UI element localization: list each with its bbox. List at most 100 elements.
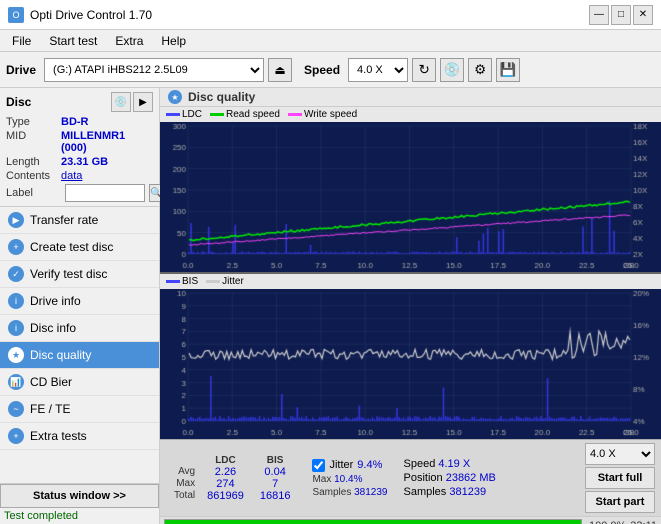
nav-extra-tests[interactable]: + Extra tests xyxy=(0,423,159,450)
start-full-button[interactable]: Start full xyxy=(585,467,655,489)
app-title: Opti Drive Control 1.70 xyxy=(30,8,152,22)
jitter-samples-val: 381239 xyxy=(354,487,387,498)
position-val: 23862 MB xyxy=(446,472,496,484)
write-speed-legend-color xyxy=(288,113,302,116)
ldc-legend-label: LDC xyxy=(182,109,202,120)
stats-table: LDC BIS Avg 2.26 0.04 Max 274 7 xyxy=(166,455,298,502)
minimize-button[interactable]: — xyxy=(589,5,609,25)
jitter-checkbox[interactable] xyxy=(312,459,325,472)
jitter-max-val: 10.4% xyxy=(334,474,362,485)
disc-icon-btn[interactable]: 💿 xyxy=(440,58,464,82)
save-button[interactable]: 💾 xyxy=(496,58,520,82)
read-speed-legend-label: Read speed xyxy=(226,109,280,120)
max-ldc: 274 xyxy=(199,478,252,490)
verify-test-disc-icon: ✓ xyxy=(8,266,24,282)
test-speed-select[interactable]: 4.0 X xyxy=(585,443,655,465)
status-window-button[interactable]: Status window >> xyxy=(0,484,159,508)
progress-bar-row: 100.0% 33:11 xyxy=(160,516,661,524)
mid-value: MILLENMR1 (000) xyxy=(61,130,153,154)
maximize-button[interactable]: □ xyxy=(611,5,631,25)
drive-select[interactable]: (G:) ATAPI iHBS212 2.5L09 xyxy=(44,58,264,82)
type-label: Type xyxy=(6,116,61,128)
app-icon: O xyxy=(8,7,24,23)
start-part-button[interactable]: Start part xyxy=(585,491,655,513)
nav-create-test-disc[interactable]: + Create test disc xyxy=(0,234,159,261)
menu-help[interactable]: Help xyxy=(153,32,194,50)
eject-button[interactable]: ⏏ xyxy=(268,58,292,82)
nav-fe-te[interactable]: ~ FE / TE xyxy=(0,396,159,423)
nav-label-fe-te: FE / TE xyxy=(30,402,70,416)
title-bar-left: O Opti Drive Control 1.70 xyxy=(8,7,152,23)
max-label: Max xyxy=(166,478,199,490)
speed-select-row: 4.0 X xyxy=(585,443,655,465)
status-text: Test completed xyxy=(0,508,159,524)
disc-icon-btn[interactable]: 💿 xyxy=(111,92,131,112)
bottom-stats-bar: LDC BIS Avg 2.26 0.04 Max 274 7 xyxy=(160,439,661,516)
speed-select[interactable]: 4.0 X xyxy=(348,58,408,82)
disc-quality-icon: ★ xyxy=(8,347,24,363)
total-ldc: 861969 xyxy=(199,490,252,502)
samples-key: Samples xyxy=(404,486,450,498)
disc-panel: Disc 💿 ▶ Type BD-R MID MILLENMR1 (000) L… xyxy=(0,88,159,207)
menu-file[interactable]: File xyxy=(4,32,39,50)
nav-label-cd-bier: CD Bier xyxy=(30,375,72,389)
contents-label: Contents xyxy=(6,170,61,182)
toolbar: Drive (G:) ATAPI iHBS212 2.5L09 ⏏ Speed … xyxy=(0,52,661,88)
action-buttons: 4.0 X Start full Start part xyxy=(504,443,655,513)
nav-label-disc-info: Disc info xyxy=(30,321,76,335)
nav-label-drive-info: Drive info xyxy=(30,294,81,308)
nav-label-create-test: Create test disc xyxy=(30,240,113,254)
refresh-button[interactable]: ↻ xyxy=(412,58,436,82)
menu-start-test[interactable]: Start test xyxy=(41,32,105,50)
sidebar: Disc 💿 ▶ Type BD-R MID MILLENMR1 (000) L… xyxy=(0,88,160,524)
nav-transfer-rate[interactable]: ▶ Transfer rate xyxy=(0,207,159,234)
nav-disc-quality[interactable]: ★ Disc quality xyxy=(0,342,159,369)
jitter-stats: Jitter 9.4% Max 10.4% Samples 381239 xyxy=(306,459,387,498)
speed-key: Speed xyxy=(404,458,439,470)
nav-disc-info[interactable]: i Disc info xyxy=(0,315,159,342)
stats-avg-row: Avg 2.26 0.04 xyxy=(166,466,298,478)
samples-val: 381239 xyxy=(449,486,486,498)
label-row: Label 🔍 xyxy=(6,184,153,202)
avg-ldc: 2.26 xyxy=(199,466,252,478)
menu-extra[interactable]: Extra xyxy=(107,32,151,50)
speed-position-stats: Speed 4.19 X Position 23862 MB Samples 3… xyxy=(396,458,496,498)
bis-legend-label: BIS xyxy=(182,276,198,287)
jitter-label: Jitter xyxy=(329,459,353,471)
ldc-legend-color xyxy=(166,113,180,116)
total-label: Total xyxy=(166,490,199,502)
disc-title: Disc xyxy=(6,95,31,109)
nav-drive-info[interactable]: i Drive info xyxy=(0,288,159,315)
stats-total-row: Total 861969 16816 xyxy=(166,490,298,502)
bottom-chart-panel: BIS Jitter xyxy=(160,272,661,439)
disc-arrow-btn[interactable]: ▶ xyxy=(133,92,153,112)
type-value: BD-R xyxy=(61,116,89,128)
drive-info-icon: i xyxy=(8,293,24,309)
label-input[interactable] xyxy=(65,184,145,202)
close-button[interactable]: ✕ xyxy=(633,5,653,25)
bottom-chart-canvas xyxy=(160,289,661,439)
contents-value[interactable]: data xyxy=(61,170,82,182)
settings-button[interactable]: ⚙ xyxy=(468,58,492,82)
nav-label-extra-tests: Extra tests xyxy=(30,429,87,443)
jitter-legend-color xyxy=(206,280,220,283)
menu-bar: File Start test Extra Help xyxy=(0,30,661,52)
charts-wrapper: LDC Read speed Write speed xyxy=(160,107,661,439)
top-chart-legend: LDC Read speed Write speed xyxy=(160,107,661,122)
disc-type-row: Type BD-R xyxy=(6,116,153,128)
mid-label: MID xyxy=(6,130,61,154)
stats-empty-header xyxy=(166,455,199,466)
speed-row: Speed 4.19 X xyxy=(404,458,496,470)
title-bar: O Opti Drive Control 1.70 — □ ✕ xyxy=(0,0,661,30)
bottom-chart-area xyxy=(160,289,661,439)
top-chart-area xyxy=(160,122,661,272)
disc-quality-title-text: Disc quality xyxy=(188,90,255,104)
extra-tests-icon: + xyxy=(8,428,24,444)
progress-track xyxy=(164,519,582,524)
nav-verify-test-disc[interactable]: ✓ Verify test disc xyxy=(0,261,159,288)
title-bar-controls: — □ ✕ xyxy=(589,5,653,25)
progress-time: 33:11 xyxy=(630,520,657,524)
fe-te-icon: ~ xyxy=(8,401,24,417)
nav-cd-bier[interactable]: 📊 CD Bier xyxy=(0,369,159,396)
disc-info-icon: i xyxy=(8,320,24,336)
